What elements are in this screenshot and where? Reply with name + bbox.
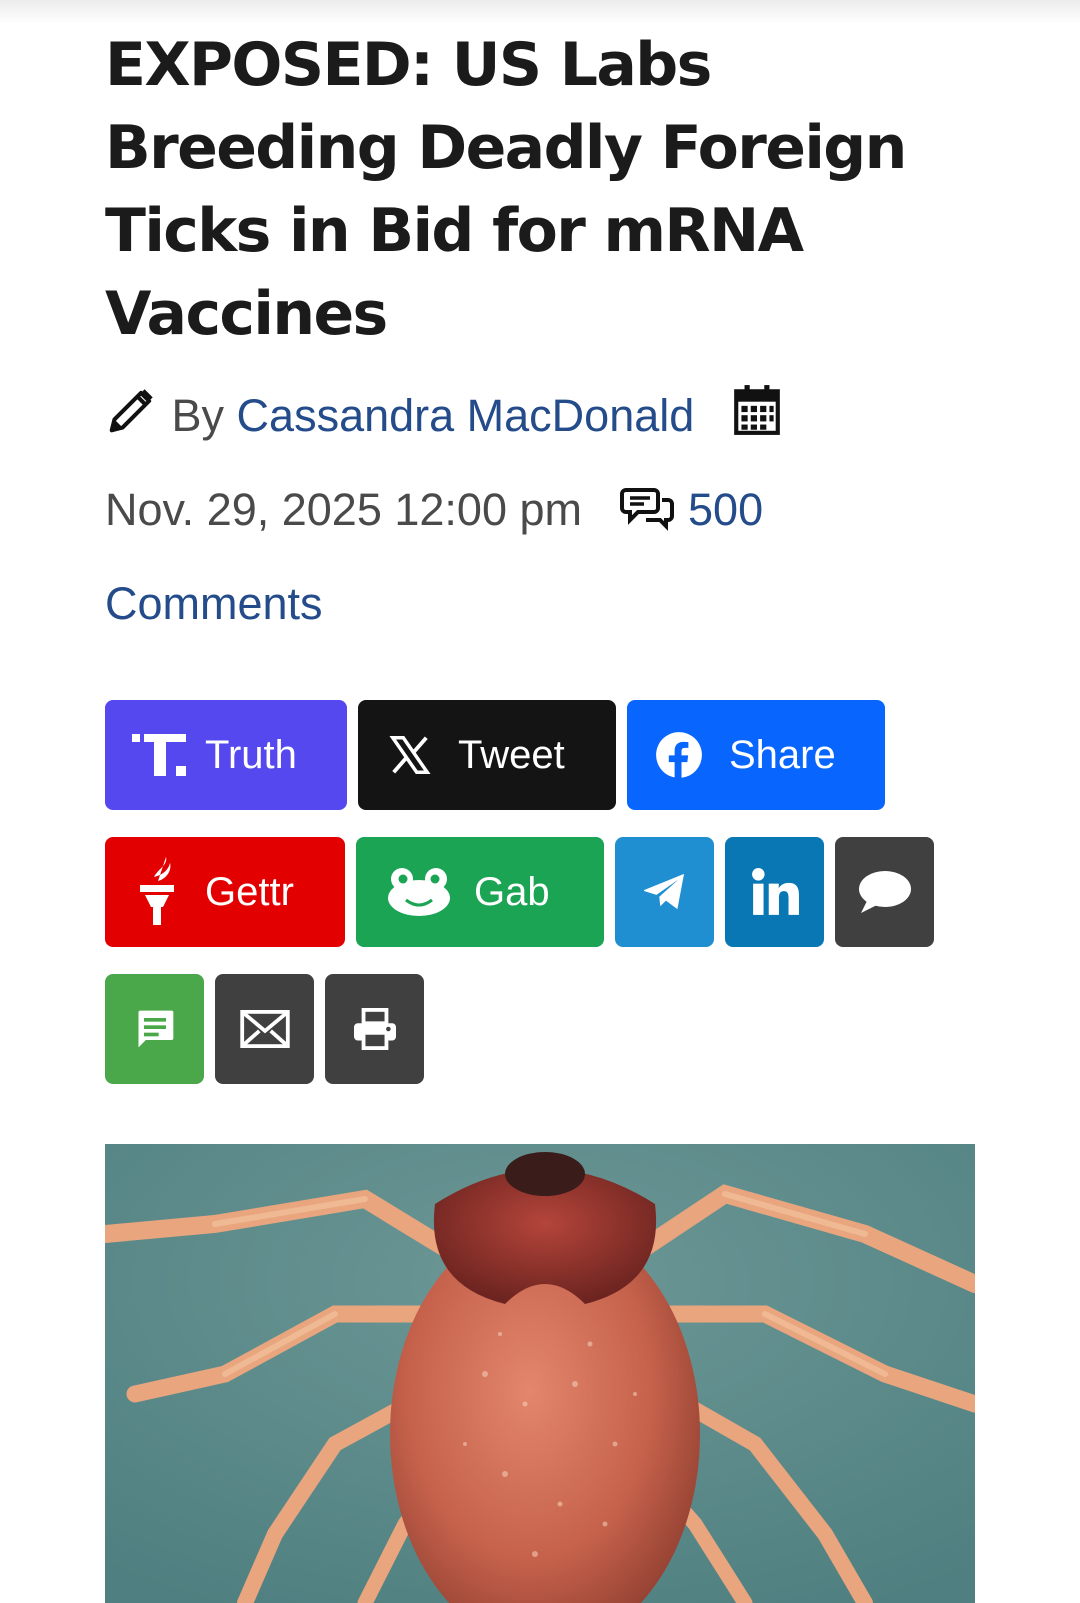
article-meta: By Cassandra MacDonald Nov. 29, 2025 12:… (105, 372, 955, 648)
author-link[interactable]: Cassandra MacDonald (237, 390, 695, 441)
article-hero-image (105, 1144, 975, 1603)
by-label: By (171, 390, 225, 441)
telegram-share-button[interactable] (615, 837, 714, 947)
publish-date: Nov. 29, 2025 12:00 pm (105, 484, 582, 535)
comments-count-link[interactable]: 500 (688, 484, 763, 535)
linkedin-icon (750, 867, 800, 917)
article-title: EXPOSED: US Labs Breeding Deadly Foreign… (105, 30, 907, 349)
gettr-label: Gettr (205, 869, 294, 914)
tweet-button[interactable]: Tweet (358, 700, 616, 810)
gab-label: Gab (474, 869, 550, 914)
email-share-button[interactable] (215, 974, 314, 1084)
sms-share-button[interactable] (105, 974, 204, 1084)
gab-frog-icon (384, 866, 454, 918)
comment-bubble-icon (857, 869, 913, 915)
linkedin-share-button[interactable] (725, 837, 824, 947)
print-icon (352, 1008, 398, 1050)
tweet-label: Tweet (458, 732, 565, 777)
sms-icon (133, 1007, 177, 1051)
calendar-icon (732, 378, 782, 466)
share-label: Share (729, 732, 836, 777)
telegram-icon (642, 872, 688, 912)
comments-label-link[interactable]: Comments (105, 578, 323, 629)
x-icon (384, 732, 436, 778)
gettr-share-button[interactable]: Gettr (105, 837, 345, 947)
print-button[interactable] (325, 974, 424, 1084)
truth-social-icon (129, 732, 189, 778)
truth-label: Truth (205, 732, 297, 777)
email-icon (239, 1010, 290, 1048)
facebook-share-button[interactable]: Share (627, 700, 885, 810)
top-shadow (0, 0, 1080, 24)
pencil-icon (105, 378, 159, 466)
truth-share-button[interactable]: Truth (105, 700, 347, 810)
tick-photo (105, 1144, 975, 1603)
gettr-icon (135, 857, 179, 927)
comments-icon (619, 472, 676, 560)
facebook-icon (651, 730, 707, 780)
gab-share-button[interactable]: Gab (356, 837, 604, 947)
comment-share-button[interactable] (835, 837, 934, 947)
